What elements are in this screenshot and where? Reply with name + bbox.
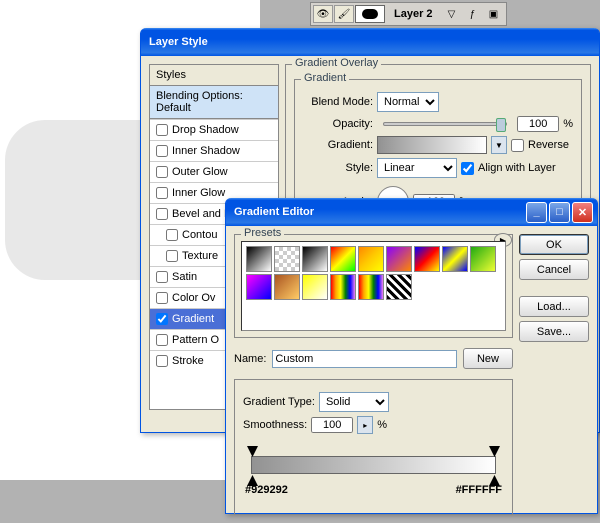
style-item-label: Texture — [182, 250, 218, 262]
gradient-type-label: Gradient Type: — [243, 396, 315, 408]
style-checkbox[interactable] — [156, 334, 168, 346]
fx-icon[interactable]: ƒ — [463, 5, 483, 23]
gradient-type-select[interactable]: Solid — [319, 392, 389, 412]
preset-swatch[interactable] — [470, 246, 496, 272]
minimize-button[interactable]: _ — [526, 202, 547, 223]
styles-header[interactable]: Styles — [150, 65, 278, 86]
style-checkbox[interactable] — [156, 166, 168, 178]
blend-mode-select[interactable]: Normal — [377, 92, 439, 112]
style-checkbox[interactable] — [166, 229, 178, 241]
load-button[interactable]: Load... — [519, 296, 589, 317]
cancel-button[interactable]: Cancel — [519, 259, 589, 280]
gradient-bar[interactable] — [243, 446, 504, 484]
ok-button[interactable]: OK — [519, 234, 589, 255]
color-stop-right[interactable] — [489, 475, 500, 486]
gradient-style-select[interactable]: Linear — [377, 158, 457, 178]
preset-swatch[interactable] — [386, 274, 412, 300]
percent-label: % — [563, 118, 573, 130]
new-gradient-button[interactable]: New — [463, 348, 513, 369]
smoothness-stepper-icon[interactable]: ▸ — [357, 416, 373, 434]
smoothness-input[interactable] — [311, 417, 353, 433]
style-list-item[interactable]: Drop Shadow — [150, 119, 278, 140]
preset-swatch[interactable] — [274, 246, 300, 272]
layer-thumbnail[interactable] — [355, 5, 385, 23]
save-button[interactable]: Save... — [519, 321, 589, 342]
opacity-slider[interactable] — [383, 122, 507, 126]
blending-options-header[interactable]: Blending Options: Default — [150, 86, 278, 119]
gradient-editor-titlebar[interactable]: Gradient Editor _ □ ✕ — [226, 198, 597, 226]
style-field-label: Style: — [303, 162, 373, 174]
gradient-name-input[interactable] — [272, 350, 457, 368]
presets-label: Presets — [241, 227, 284, 239]
style-item-label: Outer Glow — [172, 166, 228, 178]
style-checkbox[interactable] — [156, 187, 168, 199]
blend-mode-label: Blend Mode: — [303, 96, 373, 108]
gradient-dropdown-icon[interactable]: ▼ — [491, 136, 507, 154]
maximize-button[interactable]: □ — [549, 202, 570, 223]
style-checkbox[interactable] — [156, 124, 168, 136]
style-list-item[interactable]: Outer Glow — [150, 161, 278, 182]
layers-palette-row: 👁 🖌 Layer 2 ▽ ƒ ▣ — [310, 2, 507, 26]
preset-swatch[interactable] — [414, 246, 440, 272]
reverse-checkbox[interactable] — [511, 139, 524, 152]
style-item-label: Contou — [182, 229, 217, 241]
style-item-label: Stroke — [172, 355, 204, 367]
style-item-label: Drop Shadow — [172, 124, 239, 136]
presets-grid[interactable] — [241, 241, 506, 331]
preset-swatch[interactable] — [302, 246, 328, 272]
style-item-label: Satin — [172, 271, 197, 283]
preset-swatch[interactable] — [246, 246, 272, 272]
style-item-label: Inner Glow — [172, 187, 225, 199]
style-checkbox[interactable] — [156, 208, 168, 220]
name-label: Name: — [234, 353, 266, 365]
style-checkbox[interactable] — [156, 271, 168, 283]
chevron-down-icon[interactable]: ▽ — [442, 5, 462, 23]
brush-icon[interactable]: 🖌 — [334, 5, 354, 23]
gradient-preview[interactable] — [377, 136, 487, 154]
preset-swatch[interactable] — [330, 246, 356, 272]
gradient-editor-window: Gradient Editor _ □ ✕ Presets ▶ — [225, 198, 598, 514]
layer-style-title: Layer Style — [149, 36, 208, 48]
preset-swatch[interactable] — [442, 246, 468, 272]
style-item-label: Color Ov — [172, 292, 215, 304]
style-checkbox[interactable] — [156, 145, 168, 157]
opacity-input[interactable] — [517, 116, 559, 132]
style-list-item[interactable]: Inner Shadow — [150, 140, 278, 161]
opacity-label: Opacity: — [303, 118, 373, 130]
style-item-label: Gradient — [172, 313, 214, 325]
percent-label: % — [377, 419, 387, 431]
layer-style-titlebar[interactable]: Layer Style — [141, 28, 599, 56]
style-item-label: Inner Shadow — [172, 145, 240, 157]
color-stop-left[interactable] — [247, 475, 258, 486]
layer-name-label[interactable]: Layer 2 — [386, 8, 441, 20]
style-checkbox[interactable] — [156, 292, 168, 304]
gradient-field-label: Gradient: — [303, 139, 373, 151]
reverse-label: Reverse — [528, 139, 569, 151]
lock-icon[interactable]: ▣ — [484, 5, 504, 23]
style-checkbox[interactable] — [156, 313, 168, 325]
smoothness-label: Smoothness: — [243, 419, 307, 431]
gradient-editor-title: Gradient Editor — [234, 206, 314, 218]
style-checkbox[interactable] — [166, 250, 178, 262]
preset-swatch[interactable] — [386, 246, 412, 272]
preset-swatch[interactable] — [302, 274, 328, 300]
preset-swatch[interactable] — [274, 274, 300, 300]
align-with-layer-label: Align with Layer — [478, 162, 556, 174]
preset-swatch[interactable] — [358, 246, 384, 272]
align-with-layer-checkbox[interactable] — [461, 162, 474, 175]
style-item-label: Pattern O — [172, 334, 219, 346]
preset-swatch[interactable] — [358, 274, 384, 300]
close-button[interactable]: ✕ — [572, 202, 593, 223]
visibility-eye-icon[interactable]: 👁 — [313, 5, 333, 23]
style-checkbox[interactable] — [156, 355, 168, 367]
preset-swatch[interactable] — [246, 274, 272, 300]
gradient-group-label: Gradient — [301, 72, 349, 84]
gradient-overlay-label: Gradient Overlay — [292, 57, 381, 69]
preset-swatch[interactable] — [330, 274, 356, 300]
